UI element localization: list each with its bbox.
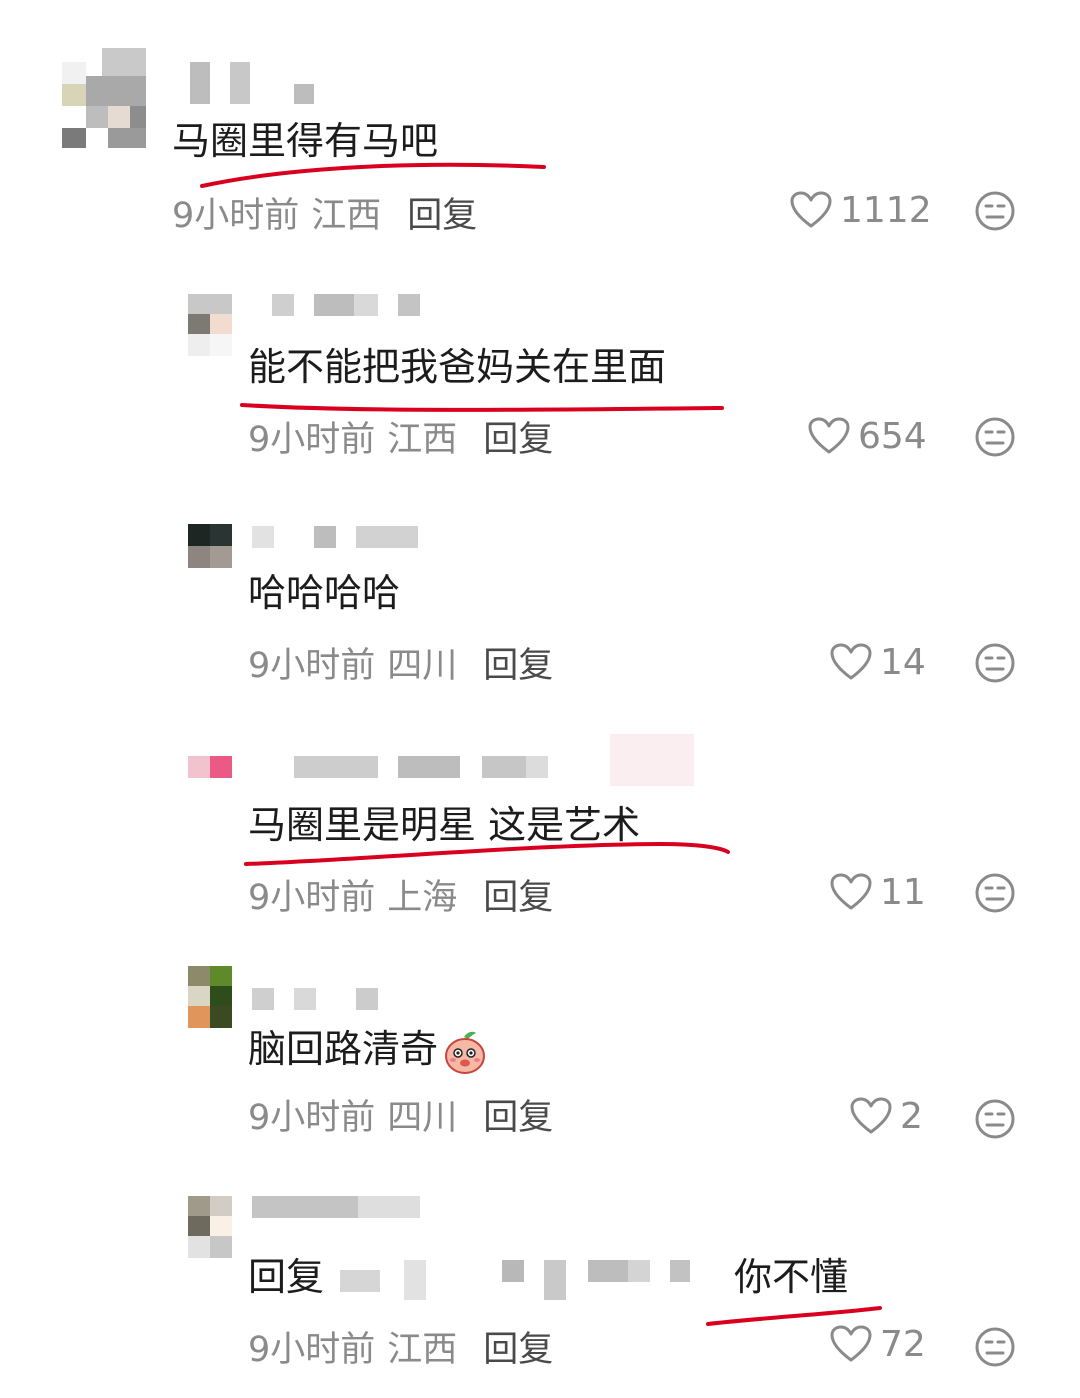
reply-button[interactable]: 回复 <box>483 646 553 686</box>
dislike-face-icon[interactable] <box>974 642 1016 684</box>
like-count: 11 <box>880 871 926 913</box>
comment-meta: 9小时前 四川 回复 <box>248 1096 553 1140</box>
avatar[interactable] <box>188 966 232 1028</box>
username-blurred[interactable] <box>190 62 330 104</box>
comment-meta: 9小时前 四川 回复 <box>248 644 553 688</box>
comment-text: 回复 你不懂 <box>248 1254 888 1300</box>
location: 上海 <box>387 878 458 918</box>
avatar[interactable] <box>188 524 232 568</box>
timestamp: 9小时前 <box>248 1098 376 1138</box>
dislike-face-icon[interactable] <box>974 1098 1016 1140</box>
avatar[interactable] <box>62 48 146 148</box>
location: 江西 <box>387 420 458 460</box>
comment-text: 脑回路清奇 <box>248 1026 488 1075</box>
like-count: 2 <box>900 1095 923 1137</box>
peach-emoji-icon <box>445 1031 486 1074</box>
dislike-face-icon[interactable] <box>974 1326 1016 1368</box>
red-underline-annotation <box>200 162 546 188</box>
username-blurred[interactable] <box>252 526 422 548</box>
timestamp: 9小时前 <box>172 196 300 236</box>
avatar[interactable] <box>188 1196 232 1258</box>
like-button[interactable]: 2 <box>850 1094 923 1138</box>
timestamp: 9小时前 <box>248 420 376 460</box>
like-button[interactable]: 1112 <box>790 188 932 232</box>
heart-icon <box>790 191 832 228</box>
location: 江西 <box>387 1330 458 1370</box>
reply-button[interactable]: 回复 <box>483 878 553 918</box>
like-button[interactable]: 72 <box>830 1322 926 1366</box>
comment-text-content: 脑回路清奇 <box>248 1027 439 1071</box>
like-count: 654 <box>858 415 927 457</box>
like-count: 14 <box>880 641 926 683</box>
reply-target-blurred[interactable] <box>340 1260 720 1300</box>
reply-prefix: 回复 <box>248 1255 325 1299</box>
username-blurred[interactable] <box>294 734 714 786</box>
dislike-face-icon[interactable] <box>974 872 1016 914</box>
heart-icon <box>850 1097 892 1134</box>
reply-button[interactable]: 回复 <box>483 1098 553 1138</box>
avatar[interactable] <box>188 756 232 778</box>
reply-button[interactable]: 回复 <box>483 1330 553 1370</box>
comment-meta: 9小时前 江西 回复 <box>248 418 553 462</box>
comment-meta: 9小时前 江西 回复 <box>248 1328 553 1372</box>
location: 四川 <box>387 646 458 686</box>
comment-meta: 9小时前 江西 回复 <box>172 194 477 238</box>
heart-icon <box>830 643 872 680</box>
comment-meta: 9小时前 上海 回复 <box>248 876 553 920</box>
comment-text: 哈哈哈哈 <box>248 571 401 615</box>
reply-button[interactable]: 回复 <box>407 196 477 236</box>
timestamp: 9小时前 <box>248 1330 376 1370</box>
heart-icon <box>808 417 850 454</box>
avatar[interactable] <box>188 294 232 356</box>
reply-button[interactable]: 回复 <box>483 420 553 460</box>
comment-text-content: 你不懂 <box>734 1255 849 1299</box>
like-count: 1112 <box>840 189 932 231</box>
location: 江西 <box>311 196 382 236</box>
like-button[interactable]: 654 <box>808 414 927 458</box>
comment-text: 能不能把我爸妈关在里面 <box>248 345 667 389</box>
username-blurred[interactable] <box>252 1196 422 1218</box>
like-button[interactable]: 14 <box>830 640 926 684</box>
username-blurred[interactable] <box>252 988 382 1010</box>
like-button[interactable]: 11 <box>830 870 926 914</box>
location: 四川 <box>387 1098 458 1138</box>
heart-icon <box>830 873 872 910</box>
heart-icon <box>830 1325 872 1362</box>
timestamp: 9小时前 <box>248 878 376 918</box>
dislike-face-icon[interactable] <box>974 416 1016 458</box>
like-count: 72 <box>880 1323 926 1365</box>
timestamp: 9小时前 <box>248 646 376 686</box>
red-underline-annotation <box>244 841 730 866</box>
username-blurred[interactable] <box>272 294 422 316</box>
dislike-face-icon[interactable] <box>974 190 1016 232</box>
